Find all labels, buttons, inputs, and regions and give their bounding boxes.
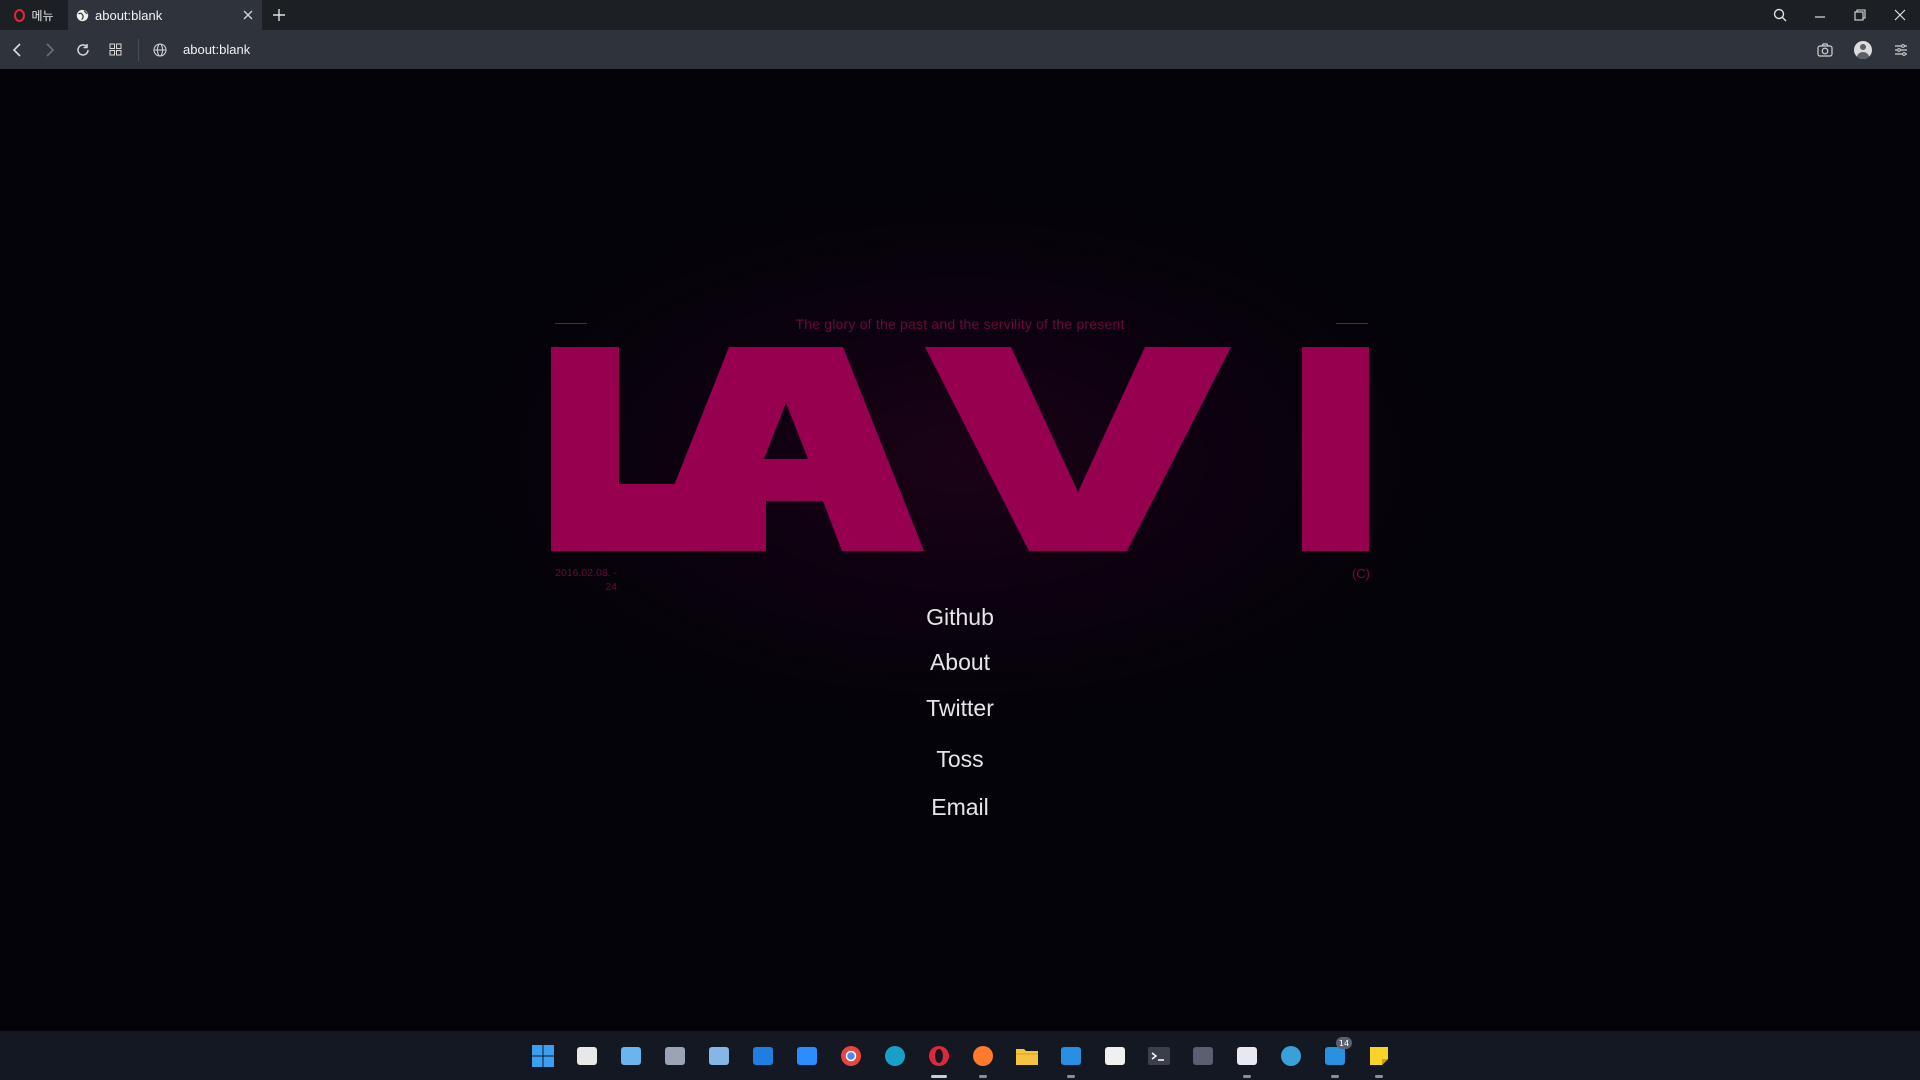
reload-button[interactable] [66, 30, 99, 69]
chrome-icon[interactable] [838, 1043, 864, 1069]
date-line-2: 24 [605, 581, 617, 593]
snapshot-button[interactable] [1806, 42, 1844, 57]
firefox-icon[interactable] [970, 1043, 996, 1069]
tagline: The glory of the past and the servility … [795, 316, 1125, 332]
opera-menu-button[interactable]: 메뉴 [0, 0, 68, 30]
zoom-icon[interactable] [794, 1043, 820, 1069]
tab-grid-button[interactable] [99, 30, 132, 69]
network-icon[interactable] [1278, 1043, 1304, 1069]
photos-icon[interactable] [618, 1043, 644, 1069]
snipping-tool-icon[interactable] [1234, 1043, 1260, 1069]
url-field[interactable]: about:blank [175, 42, 1806, 57]
plus-icon [273, 9, 285, 21]
file-explorer-icon[interactable] [1014, 1043, 1040, 1069]
github-link[interactable]: Github [860, 604, 1060, 631]
lavi-logo [551, 347, 1369, 551]
date-line-1: 2016.02.08. - [555, 567, 617, 579]
terminal-icon[interactable] [1146, 1043, 1172, 1069]
twitter-link[interactable]: Twitter [860, 695, 1060, 722]
avatar-icon [1854, 40, 1872, 59]
email-link[interactable]: Email [860, 794, 1060, 821]
toss-link[interactable]: Toss [860, 746, 1060, 773]
edge-icon[interactable] [882, 1043, 908, 1069]
search-icon [1773, 8, 1787, 22]
sticky-notes-icon[interactable] [1366, 1043, 1392, 1069]
chevron-left-icon [12, 42, 21, 57]
profile-button[interactable] [1844, 40, 1882, 59]
vscode-running-indicator [1067, 1075, 1075, 1078]
copyright-mark: (C) [1351, 566, 1370, 581]
reload-icon [76, 43, 89, 56]
mail-icon[interactable] [750, 1043, 776, 1069]
minimize-icon [1815, 16, 1825, 18]
remote-desktop-running-indicator [1331, 1075, 1339, 1078]
snipping-tool-running-indicator [1243, 1075, 1251, 1078]
restore-icon [1854, 9, 1866, 21]
start-icon[interactable] [530, 1043, 556, 1069]
date-range: 2016.02.08. - 24 [551, 566, 617, 594]
tab-search-button[interactable] [1760, 0, 1800, 30]
tab-close-icon[interactable] [242, 9, 254, 21]
notion-icon[interactable] [1102, 1043, 1128, 1069]
vscode-icon[interactable] [1058, 1043, 1084, 1069]
camera-icon [1817, 42, 1833, 57]
restore-button[interactable] [1840, 0, 1880, 30]
new-tab-button[interactable] [262, 0, 296, 30]
store-icon[interactable] [574, 1043, 600, 1069]
about-link[interactable]: About [860, 649, 1060, 676]
globe-icon [76, 9, 89, 22]
browser-tab-bar: 메뉴 about:blank [0, 0, 1920, 30]
opera-running-indicator [931, 1075, 947, 1078]
firefox-running-indicator [979, 1075, 987, 1078]
settings-sliders-icon [1895, 43, 1907, 56]
site-info-icon[interactable] [145, 42, 175, 57]
tab-title: about:blank [95, 7, 163, 23]
minimize-button[interactable] [1800, 0, 1840, 30]
settings-icon[interactable] [662, 1043, 688, 1069]
image-viewer-icon[interactable] [706, 1043, 732, 1069]
tab-active[interactable]: about:blank [68, 0, 262, 30]
address-toolbar: about:blank [0, 30, 1920, 69]
notification-badge: 14 [1336, 1037, 1352, 1049]
taskbar: 14 [0, 1031, 1920, 1080]
opera-icon[interactable] [926, 1043, 952, 1069]
close-icon [1894, 9, 1906, 21]
grid-icon [109, 43, 122, 56]
close-window-button[interactable] [1880, 0, 1920, 30]
sticky-notes-running-indicator [1375, 1075, 1383, 1078]
opera-logo-icon [14, 8, 26, 22]
menu-label: 메뉴 [31, 8, 54, 23]
back-button[interactable] [0, 30, 33, 69]
forward-button[interactable] [33, 30, 66, 69]
chevron-right-icon [45, 42, 54, 57]
page-content: The glory of the past and the servility … [0, 69, 1920, 1031]
calculator-icon[interactable] [1190, 1043, 1216, 1069]
easy-setup-button[interactable] [1882, 43, 1920, 56]
